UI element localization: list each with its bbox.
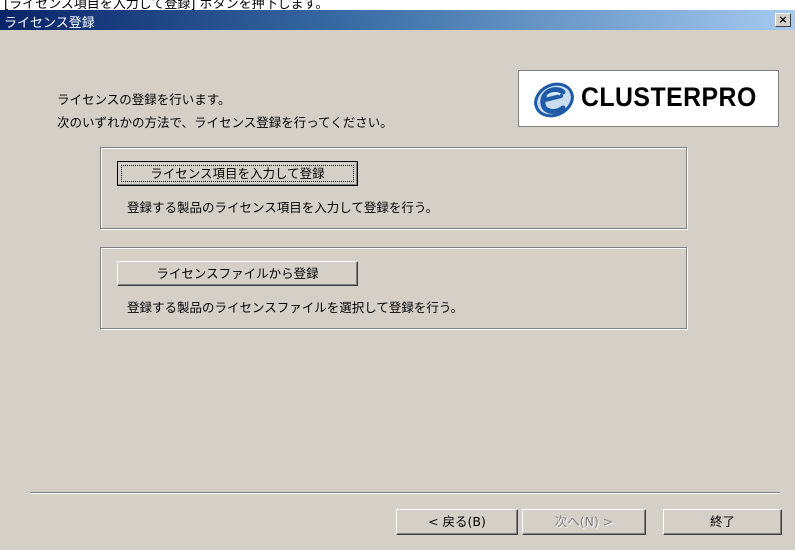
logo-wordmark: CLUSTERPRO [581, 82, 757, 112]
option-group-license-file: ライセンスファイルから登録 登録する製品のライセンスファイルを選択して登録を行う… [100, 247, 687, 329]
exit-button[interactable]: 終了 [663, 509, 782, 535]
intro-line-1: ライセンスの登録を行います。 [57, 92, 231, 107]
license-registration-dialog: ライセンス登録 × ライセンスの登録を行います。 次のいずれかの方法で、ライセン… [0, 10, 795, 550]
close-button[interactable]: × [775, 13, 791, 27]
intro-text: ライセンスの登録を行います。 次のいずれかの方法で、ライセンス登録を行ってくださ… [57, 88, 393, 134]
close-icon: × [778, 13, 788, 26]
title-bar[interactable]: ライセンス登録 × [0, 10, 795, 31]
window-title: ライセンス登録 [4, 16, 95, 31]
license-file-register-label: ライセンスファイルから登録 [156, 266, 319, 281]
license-file-register-button[interactable]: ライセンスファイルから登録 [117, 261, 358, 286]
clusterpro-e-logo-icon [534, 82, 574, 118]
clusterpro-logo: CLUSTERPRO [518, 70, 779, 127]
back-button[interactable]: < 戻る(B) [396, 509, 518, 535]
clipped-header-text-strip: [ライセンス項目を入力して登録] ボタンを押下します。 [0, 0, 795, 10]
intro-line-2: 次のいずれかの方法で、ライセンス登録を行ってください。 [57, 115, 393, 130]
license-file-description: 登録する製品のライセンスファイルを選択して登録を行う。 [127, 300, 464, 315]
clipped-header-text: [ライセンス項目を入力して登録] ボタンを押下します。 [4, 0, 329, 10]
license-input-register-button[interactable]: ライセンス項目を入力して登録 [117, 161, 358, 186]
focus-rectangle: ライセンス項目を入力して登録 [121, 165, 354, 182]
license-input-register-label: ライセンス項目を入力して登録 [150, 166, 325, 181]
next-button[interactable]: 次へ(N) > [522, 509, 646, 535]
license-input-description: 登録する製品のライセンス項目を入力して登録を行う。 [127, 200, 439, 215]
footer-separator [30, 492, 780, 494]
option-group-license-input: ライセンス項目を入力して登録 登録する製品のライセンス項目を入力して登録を行う。 [100, 147, 687, 229]
